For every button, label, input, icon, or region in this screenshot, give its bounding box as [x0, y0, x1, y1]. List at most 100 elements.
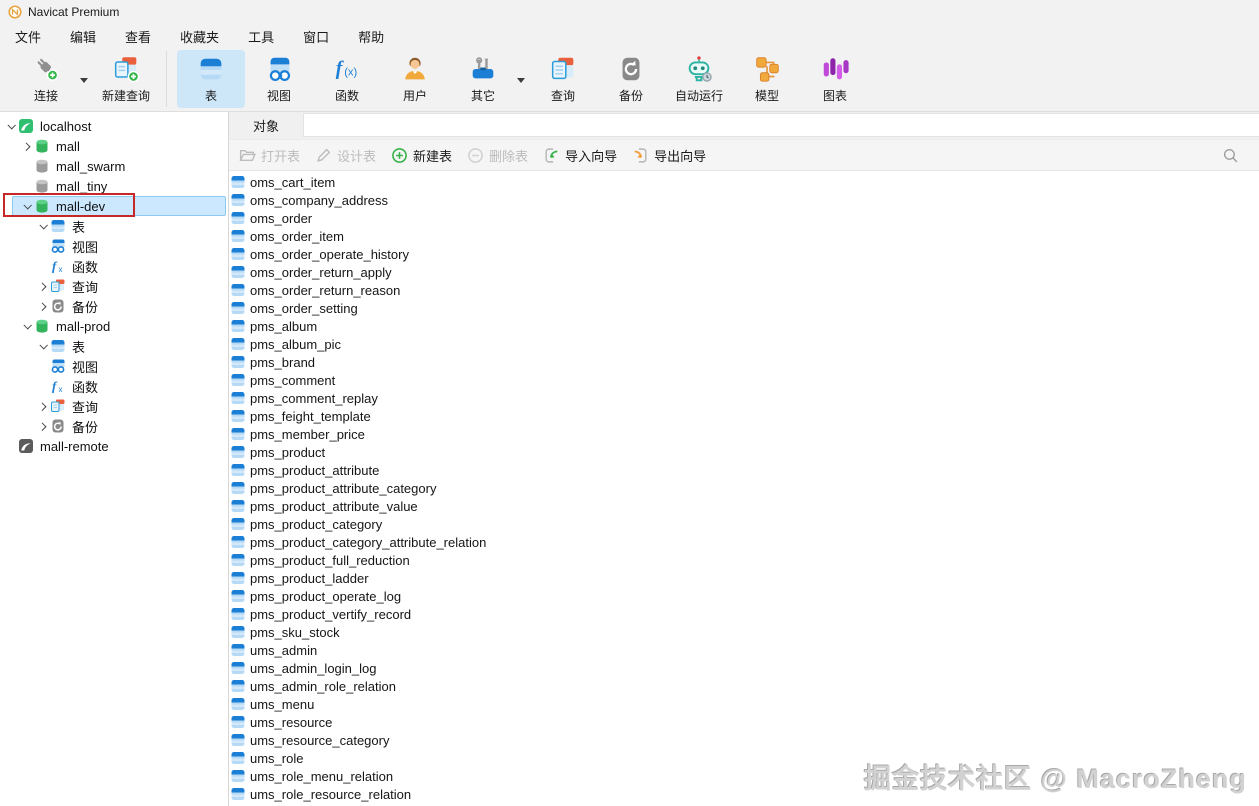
toolbar-button-others[interactable]: 其它 [449, 50, 517, 108]
table-row[interactable]: pms_album [230, 317, 1259, 335]
tables-icon [230, 444, 246, 460]
tree-item-localhost[interactable]: localhost [0, 116, 228, 136]
tree-chevron-down-icon[interactable] [20, 201, 34, 210]
dropdown-caret-icon[interactable] [80, 78, 88, 87]
tree-item-views[interactable]: 视图 [0, 236, 228, 256]
svg-text:f: f [52, 379, 58, 394]
tree-item-label: 查询 [72, 279, 99, 295]
tree-chevron-right-icon[interactable] [20, 142, 34, 151]
toolbar-button-table[interactable]: 表 [177, 50, 245, 108]
dropdown-caret-icon[interactable] [517, 78, 525, 87]
table-row[interactable]: ums_resource [230, 713, 1259, 731]
tree-item-queries[interactable]: 查询 [0, 276, 228, 296]
tree-item-mall-remote[interactable]: mall-remote [0, 436, 228, 456]
tree-item-functions[interactable]: f x 函数 [0, 376, 228, 396]
tree-chevron-right-icon[interactable] [36, 402, 50, 411]
toolbar-button-automation[interactable]: 自动运行 [665, 50, 733, 108]
menu-item-favorites[interactable]: 收藏夹 [169, 24, 230, 49]
objbar-button-new-table[interactable]: 新建表 [391, 146, 452, 165]
table-row[interactable]: ums_role [230, 749, 1259, 767]
table-row[interactable]: oms_cart_item [230, 173, 1259, 191]
tree-item-backups[interactable]: 备份 [0, 296, 228, 316]
table-row[interactable]: ums_role_menu_relation [230, 767, 1259, 785]
objbar-button-import-wizard[interactable]: 导入向导 [543, 146, 617, 165]
table-row[interactable]: pms_product_attribute_value [230, 497, 1259, 515]
tables-icon [230, 606, 246, 622]
tab-objects[interactable]: 对象 [229, 112, 303, 139]
tree-item-mall[interactable]: mall [0, 136, 228, 156]
tree-item-queries[interactable]: 查询 [0, 396, 228, 416]
table-row[interactable]: oms_order_return_reason [230, 281, 1259, 299]
toolbar-button-chart[interactable]: 图表 [801, 50, 869, 108]
table-row[interactable]: pms_product_ladder [230, 569, 1259, 587]
tree-item-mall-prod[interactable]: mall-prod [0, 316, 228, 336]
table-row[interactable]: pms_product_category_attribute_relation [230, 533, 1259, 551]
tree-chevron-right-icon[interactable] [36, 302, 50, 311]
tree-item-label: 备份 [72, 419, 99, 435]
search-icon[interactable] [1222, 147, 1239, 164]
tree-chevron-right-icon[interactable] [36, 282, 50, 291]
table-row[interactable]: pms_member_price [230, 425, 1259, 443]
table-row[interactable]: oms_order_item [230, 227, 1259, 245]
toolbar-button-query[interactable]: 查询 [529, 50, 597, 108]
table-row[interactable]: pms_sku_stock [230, 623, 1259, 641]
toolbar-button-connect[interactable]: 连接 [12, 50, 80, 108]
table-row[interactable]: ums_role_resource_relation [230, 785, 1259, 803]
tree-item-backups[interactable]: 备份 [0, 416, 228, 436]
table-row[interactable]: pms_product_vertify_record [230, 605, 1259, 623]
menu-item-window[interactable]: 窗口 [292, 24, 340, 49]
table-row[interactable]: pms_comment_replay [230, 389, 1259, 407]
tree-chevron-down-icon[interactable] [20, 321, 34, 330]
tree-item-mall-swarm[interactable]: mall_swarm [0, 156, 228, 176]
tree-item-label: 视图 [72, 239, 99, 255]
toolbar-button-backup[interactable]: 备份 [597, 50, 665, 108]
toolbar-button-model[interactable]: 模型 [733, 50, 801, 108]
menu-item-view[interactable]: 查看 [114, 24, 162, 49]
tree-chevron-right-icon[interactable] [36, 422, 50, 431]
table-row[interactable]: ums_admin_login_log [230, 659, 1259, 677]
tree-item-views[interactable]: 视图 [0, 356, 228, 376]
tree-chevron-down-icon[interactable] [4, 121, 18, 130]
table-row[interactable]: ums_resource_category [230, 731, 1259, 749]
table-row[interactable]: pms_product_full_reduction [230, 551, 1259, 569]
table-row[interactable]: oms_order_setting [230, 299, 1259, 317]
table-row[interactable]: pms_product [230, 443, 1259, 461]
table-row[interactable]: oms_order_operate_history [230, 245, 1259, 263]
tables-icon [230, 426, 246, 442]
toolbar-button-view[interactable]: 视图 [245, 50, 313, 108]
toolbar-button-new-query[interactable]: 新建查询 [92, 50, 160, 108]
table-row[interactable]: oms_order_return_apply [230, 263, 1259, 281]
tree-chevron-down-icon[interactable] [36, 341, 50, 350]
menu-item-edit[interactable]: 编辑 [59, 24, 107, 49]
tree-item-mall-tiny[interactable]: mall_tiny [0, 176, 228, 196]
table-row[interactable]: pms_product_attribute [230, 461, 1259, 479]
tree-item-tables[interactable]: 表 [0, 216, 228, 236]
table-name: pms_product_vertify_record [250, 606, 412, 622]
table-row[interactable]: oms_company_address [230, 191, 1259, 209]
table-row[interactable]: pms_feight_template [230, 407, 1259, 425]
tree-chevron-down-icon[interactable] [36, 221, 50, 230]
table-row[interactable]: pms_product_category [230, 515, 1259, 533]
toolbar-button-function[interactable]: f (x) 函数 [313, 50, 381, 108]
design-table-icon [315, 147, 332, 164]
objbar-button-export-wizard[interactable]: 导出向导 [632, 146, 706, 165]
connection-tree: localhost mall mall_swarm mall_tiny mall-dev… [0, 112, 229, 806]
menu-item-help[interactable]: 帮助 [347, 24, 395, 49]
table-row[interactable]: ums_admin [230, 641, 1259, 659]
table-row[interactable]: ums_menu [230, 695, 1259, 713]
objbar-button-label: 设计表 [337, 148, 377, 164]
tree-item-tables[interactable]: 表 [0, 336, 228, 356]
menu-item-file[interactable]: 文件 [4, 24, 52, 49]
menu-item-tools[interactable]: 工具 [237, 24, 285, 49]
table-row[interactable]: pms_product_attribute_category [230, 479, 1259, 497]
tree-item-functions[interactable]: f x 函数 [0, 256, 228, 276]
table-row[interactable]: pms_comment [230, 371, 1259, 389]
tree-item-mall-dev[interactable]: mall-dev [0, 196, 228, 216]
objbar-button-delete-table: 删除表 [467, 146, 528, 165]
table-row[interactable]: pms_product_operate_log [230, 587, 1259, 605]
table-row[interactable]: ums_admin_role_relation [230, 677, 1259, 695]
table-row[interactable]: oms_order [230, 209, 1259, 227]
toolbar-button-user[interactable]: 用户 [381, 50, 449, 108]
table-row[interactable]: pms_brand [230, 353, 1259, 371]
table-row[interactable]: pms_album_pic [230, 335, 1259, 353]
